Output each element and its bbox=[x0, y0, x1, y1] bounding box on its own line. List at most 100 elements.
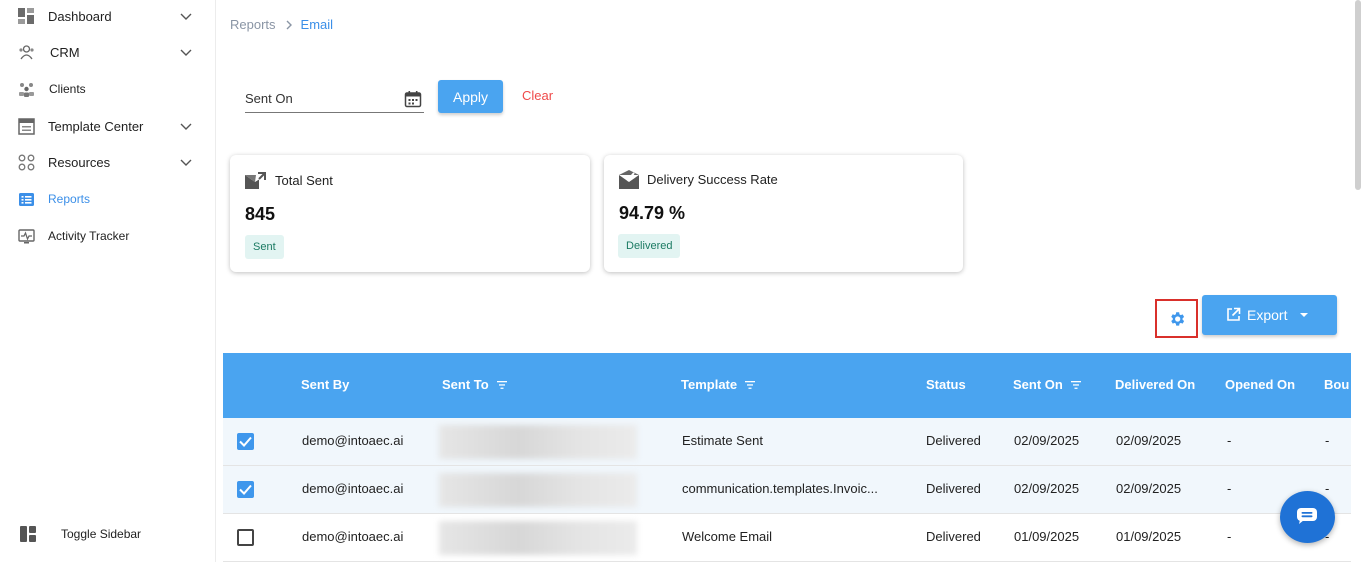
cell-sent-on: 02/09/2025 bbox=[1014, 481, 1080, 496]
column-header-label: Sent To bbox=[442, 377, 489, 392]
chat-support-button[interactable] bbox=[1280, 491, 1335, 543]
cell-opened-on: - bbox=[1227, 529, 1232, 544]
sent-on-field-label: Sent On bbox=[245, 91, 293, 106]
breadcrumb-reports-link[interactable]: Reports bbox=[230, 17, 276, 32]
sidebar-item-dashboard[interactable]: Dashboard bbox=[0, 1, 216, 31]
sort-icon[interactable] bbox=[1070, 380, 1081, 390]
column-header-label: Sent By bbox=[301, 377, 350, 392]
caret-down-icon bbox=[1300, 313, 1308, 317]
card-value: 94.79 % bbox=[619, 203, 686, 223]
export-label: Export bbox=[1247, 307, 1288, 323]
gear-icon bbox=[1170, 311, 1184, 326]
calendar-icon[interactable] bbox=[404, 90, 422, 108]
cell-template: Estimate Sent bbox=[682, 433, 763, 448]
status-badge: Delivered bbox=[618, 234, 681, 258]
cell-sent-by: demo@intoaec.ai bbox=[302, 481, 404, 496]
cell-delivered-on: 02/09/2025 bbox=[1116, 481, 1182, 496]
chevron-down-icon bbox=[180, 49, 192, 56]
redacted-recipient bbox=[439, 425, 637, 459]
checkmark-icon bbox=[239, 484, 252, 495]
table-row[interactable]: demo@intoaec.ai communication.templates.… bbox=[223, 466, 1351, 514]
mail-check-icon bbox=[619, 170, 639, 189]
cell-opened-on: - bbox=[1227, 433, 1232, 448]
template-icon bbox=[18, 118, 35, 135]
clients-icon bbox=[19, 83, 34, 97]
column-header-delivered-on: Delivered On bbox=[1115, 377, 1195, 392]
chevron-down-icon bbox=[180, 13, 192, 20]
sort-icon[interactable] bbox=[496, 380, 507, 390]
card-value: 845 bbox=[245, 204, 276, 224]
row-checkbox[interactable] bbox=[237, 529, 254, 546]
sidebar-item-crm[interactable]: CRM bbox=[0, 37, 216, 67]
table-row[interactable]: demo@intoaec.ai Estimate Sent Delivered … bbox=[223, 418, 1351, 466]
sidebar-item-activity-tracker[interactable]: Activity Tracker bbox=[0, 221, 216, 251]
page-scrollbar[interactable] bbox=[1355, 0, 1361, 190]
column-header-status: Status bbox=[926, 377, 966, 392]
mail-sent-icon bbox=[245, 172, 266, 189]
delivery-success-card: Delivery Success Rate 94.79 % Delivered bbox=[604, 155, 963, 272]
sidebar: Dashboard CRM Clients Template Center Re… bbox=[0, 0, 216, 562]
column-header-label: Opened On bbox=[1225, 377, 1296, 392]
cell-sent-by: demo@intoaec.ai bbox=[302, 529, 404, 544]
cell-template: communication.templates.Invoic... bbox=[682, 481, 878, 496]
sidebar-toggle-icon bbox=[20, 526, 36, 542]
sidebar-item-reports[interactable]: Reports bbox=[0, 184, 216, 214]
cell-bounced: - bbox=[1325, 433, 1330, 448]
column-header-template: Template bbox=[681, 377, 756, 392]
column-header-label: Sent On bbox=[1013, 377, 1063, 392]
cell-status: Delivered bbox=[926, 481, 981, 496]
row-checkbox[interactable] bbox=[237, 481, 254, 498]
redacted-recipient bbox=[439, 521, 637, 555]
cell-status: Delivered bbox=[926, 529, 981, 544]
chevron-down-icon bbox=[180, 123, 192, 130]
cell-sent-on: 01/09/2025 bbox=[1014, 529, 1080, 544]
card-title: Delivery Success Rate bbox=[647, 172, 778, 187]
sidebar-item-label: CRM bbox=[50, 44, 80, 60]
export-icon bbox=[1227, 307, 1241, 321]
cell-template: Welcome Email bbox=[682, 529, 773, 544]
toggle-sidebar-button[interactable]: Toggle Sidebar bbox=[0, 519, 216, 549]
status-badge: Sent bbox=[245, 235, 284, 259]
row-checkbox[interactable] bbox=[237, 433, 254, 450]
cell-delivered-on: 01/09/2025 bbox=[1116, 529, 1182, 544]
table-header: Sent By Sent To Template Status Sent On … bbox=[223, 353, 1351, 418]
dashboard-icon bbox=[18, 8, 34, 24]
chat-icon bbox=[1297, 508, 1317, 524]
column-settings-button[interactable] bbox=[1155, 299, 1198, 338]
resources-icon bbox=[18, 154, 35, 171]
reports-icon bbox=[19, 193, 34, 206]
cell-opened-on: - bbox=[1227, 481, 1232, 496]
card-title: Total Sent bbox=[275, 173, 333, 188]
column-header-sent-by: Sent By bbox=[301, 377, 349, 392]
export-button[interactable]: Export bbox=[1202, 295, 1337, 335]
sidebar-item-label: Template Center bbox=[48, 118, 144, 134]
column-header-sent-to: Sent To bbox=[442, 377, 507, 392]
email-report-table: Sent By Sent To Template Status Sent On … bbox=[223, 353, 1351, 562]
column-header-opened-on: Opened On bbox=[1225, 377, 1295, 392]
column-header-label: Template bbox=[681, 377, 738, 392]
sidebar-item-clients[interactable]: Clients bbox=[0, 74, 216, 104]
cell-bounced: - bbox=[1325, 481, 1330, 496]
cell-sent-on: 02/09/2025 bbox=[1014, 433, 1080, 448]
apply-button[interactable]: Apply bbox=[438, 80, 503, 113]
sidebar-item-template-center[interactable]: Template Center bbox=[0, 111, 216, 141]
crm-icon bbox=[19, 45, 34, 60]
cell-status: Delivered bbox=[926, 433, 981, 448]
redacted-recipient bbox=[439, 473, 637, 507]
toggle-sidebar-label: Toggle Sidebar bbox=[61, 527, 142, 541]
sidebar-item-label: Dashboard bbox=[48, 8, 112, 24]
sidebar-item-resources[interactable]: Resources bbox=[0, 147, 216, 177]
total-sent-card: Total Sent 845 Sent bbox=[230, 155, 590, 272]
column-header-sent-on: Sent On bbox=[1013, 377, 1081, 392]
sent-on-date-field[interactable]: Sent On bbox=[245, 86, 424, 113]
table-row[interactable]: demo@intoaec.ai Welcome Email Delivered … bbox=[223, 514, 1351, 562]
cell-delivered-on: 02/09/2025 bbox=[1116, 433, 1182, 448]
sidebar-item-label: Reports bbox=[48, 192, 91, 206]
activity-icon bbox=[18, 229, 35, 244]
clear-button[interactable]: Clear bbox=[522, 88, 553, 103]
sort-icon[interactable] bbox=[745, 380, 756, 390]
checkmark-icon bbox=[239, 436, 252, 447]
column-header-bounced: Bou bbox=[1324, 377, 1349, 392]
column-header-label: Bou bbox=[1324, 377, 1350, 392]
breadcrumb-current: Email bbox=[300, 17, 334, 32]
